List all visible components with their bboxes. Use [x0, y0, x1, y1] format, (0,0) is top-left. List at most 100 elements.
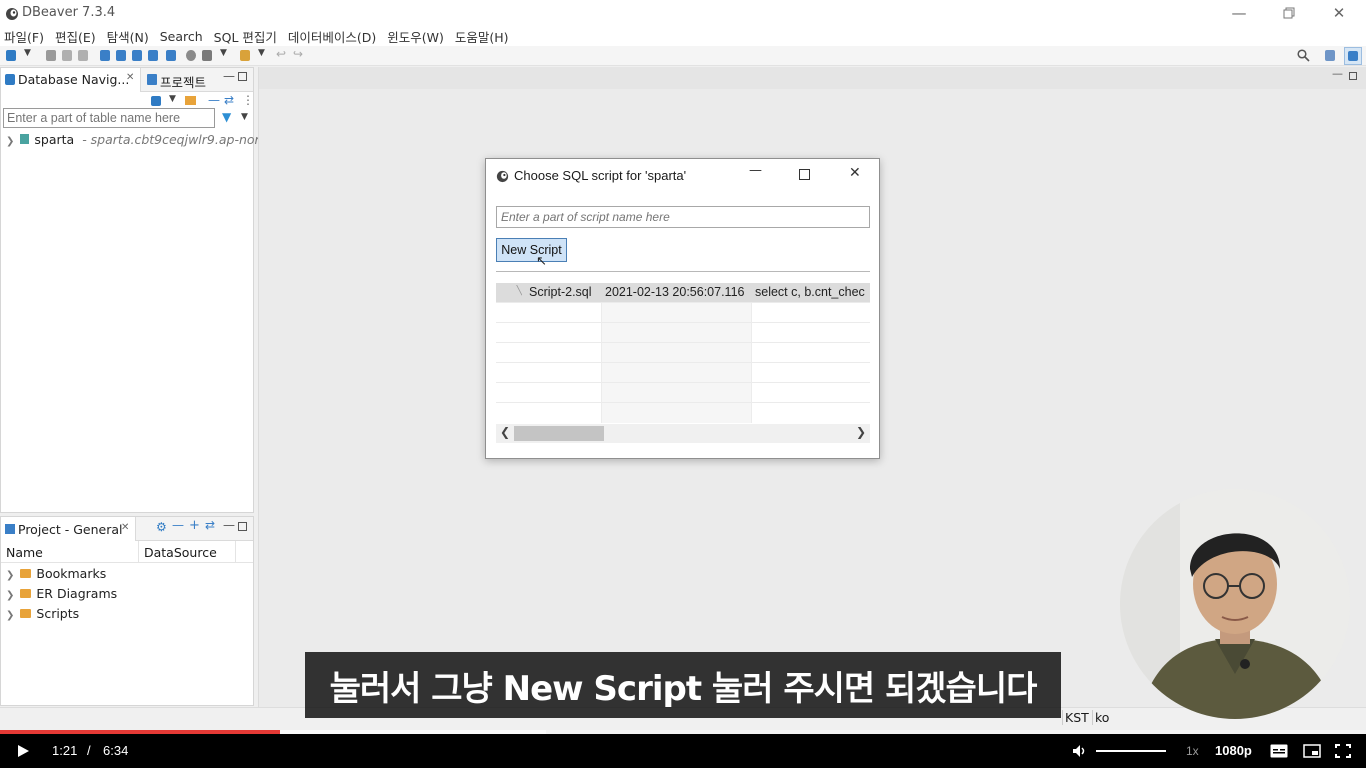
new-script-button[interactable]: New Script [496, 238, 567, 262]
menu-navigate[interactable]: 탐색(N) [107, 27, 149, 46]
menu-sql-editor[interactable]: SQL 편집기 [214, 27, 277, 46]
scroll-left-icon[interactable]: ❮ [500, 425, 510, 439]
chevron-down-icon[interactable]: ▼ [24, 48, 31, 58]
disconnect-icon[interactable] [62, 50, 72, 61]
chevron-down-icon[interactable]: ▼ [258, 48, 265, 58]
column-name-header[interactable]: Name [6, 545, 43, 560]
maximize-view-icon[interactable] [238, 72, 247, 81]
project-item-scripts[interactable]: ❯ Scripts [6, 606, 79, 621]
new-folder-icon[interactable] [185, 96, 196, 105]
maximize-view-icon[interactable] [238, 522, 247, 531]
chevron-right-icon[interactable]: ❯ [6, 570, 14, 581]
tab-database-navigator[interactable]: Database Navig... ✕ [1, 68, 141, 92]
tab-project-general[interactable]: Project - General ✕ [1, 517, 136, 541]
forward-icon[interactable]: ↪ [293, 47, 303, 61]
menu-window[interactable]: 윈도우(W) [387, 27, 444, 46]
tools-icon[interactable] [202, 50, 212, 61]
chevron-down-icon[interactable]: ▼ [241, 112, 248, 122]
project-item-er-diagrams[interactable]: ❯ ER Diagrams [6, 586, 117, 601]
time-separator: / [87, 743, 91, 758]
miniplayer-icon[interactable] [1303, 744, 1321, 758]
invalidate-icon[interactable] [78, 50, 88, 61]
new-connection-icon[interactable] [151, 96, 161, 106]
database-icon [1348, 51, 1358, 61]
settings-icon[interactable]: ⚙ [156, 520, 167, 534]
chevron-right-icon[interactable]: ❯ [6, 136, 14, 147]
minimize-view-icon[interactable]: — [1332, 67, 1343, 80]
volume-icon[interactable] [1072, 744, 1088, 758]
column-divider [235, 541, 236, 563]
connection-host: - sparta.cbt9ceqjwlr9.ap-northe [82, 132, 281, 147]
more-icon[interactable]: ⋮ [242, 93, 254, 107]
wizard-icon[interactable] [240, 50, 250, 61]
close-icon: ✕ [1332, 4, 1346, 22]
table-filter-input[interactable] [3, 108, 215, 128]
current-time: 1:21 [52, 743, 78, 758]
open-sql-icon[interactable] [166, 50, 176, 61]
captions-icon[interactable] [1270, 744, 1288, 758]
sql-editor-icon[interactable] [148, 50, 158, 61]
connect-icon[interactable] [46, 50, 56, 61]
search-icon[interactable] [1297, 49, 1310, 62]
folder-icon [20, 589, 32, 598]
link-editor-icon[interactable]: ⇄ [205, 518, 215, 532]
horizontal-scrollbar[interactable]: ❮ ❯ [496, 424, 870, 443]
quality-setting[interactable]: 1080p [1215, 743, 1252, 758]
collapse-all-icon[interactable]: — [208, 93, 220, 107]
column-datasource-header[interactable]: DataSource [144, 545, 217, 560]
chevron-down-icon[interactable]: ▼ [220, 48, 227, 58]
dialog-maximize-button[interactable] [799, 169, 810, 180]
menu-database[interactable]: 데이터베이스(D) [288, 27, 376, 46]
column-divider [751, 303, 752, 423]
perspective-icon[interactable] [1325, 50, 1335, 61]
menu-edit[interactable]: 편집(E) [55, 27, 96, 46]
close-icon[interactable]: ✕ [126, 72, 134, 83]
dialog-minimize-button[interactable]: — [749, 163, 762, 178]
tab-project[interactable]: 프로젝트 [145, 68, 215, 92]
restore-icon [1283, 7, 1295, 19]
project-table-header: Name DataSource [1, 541, 253, 563]
dialog-title: Choose SQL script for 'sparta' [514, 168, 687, 183]
project-icon [5, 524, 15, 534]
commit-icon[interactable] [100, 50, 110, 61]
play-icon[interactable] [16, 744, 30, 758]
dbeaver-logo-icon [496, 170, 509, 183]
maximize-view-icon[interactable] [1349, 72, 1357, 80]
chevron-right-icon[interactable]: ❯ [6, 610, 14, 621]
close-button[interactable]: ✕ [1315, 0, 1363, 26]
back-icon[interactable]: ↩ [276, 47, 286, 61]
link-editor-icon[interactable]: ⇄ [224, 93, 234, 107]
close-icon[interactable]: ✕ [121, 522, 129, 533]
rollback-icon[interactable] [116, 50, 126, 61]
restore-button[interactable] [1265, 0, 1313, 26]
expand-icon[interactable]: + [189, 518, 200, 533]
new-connection-icon[interactable] [6, 50, 16, 61]
minimize-button[interactable]: — [1215, 0, 1263, 26]
menu-help[interactable]: 도움말(H) [455, 27, 509, 46]
filter-icon[interactable]: ▼ [222, 110, 231, 124]
menu-search[interactable]: Search [160, 29, 203, 44]
chevron-down-icon[interactable]: ▼ [169, 94, 176, 104]
history-icon[interactable] [186, 50, 196, 61]
scrollbar-thumb[interactable] [514, 426, 604, 441]
connection-sparta[interactable]: ❯ sparta - sparta.cbt9ceqjwlr9.ap-northe [6, 132, 280, 147]
table-row [496, 343, 870, 363]
dbeaver-perspective-button[interactable] [1344, 47, 1362, 65]
menu-file[interactable]: 파일(F) [4, 27, 44, 46]
table-row[interactable]: ╲ Script-2.sql 2021-02-13 20:56:07.116 s… [496, 283, 870, 303]
project-icon [147, 74, 157, 85]
menu-bar: 파일(F) 편집(E) 탐색(N) Search SQL 편집기 데이터베이스(… [0, 26, 1366, 46]
table-row [496, 303, 870, 323]
transaction-icon[interactable] [132, 50, 142, 61]
scroll-right-icon[interactable]: ❯ [856, 425, 866, 439]
volume-slider[interactable] [1096, 750, 1166, 752]
minimize-view-icon[interactable]: — [223, 518, 235, 532]
collapse-all-icon[interactable]: — [172, 518, 184, 532]
playback-speed[interactable]: 1x [1186, 744, 1199, 758]
chevron-right-icon[interactable]: ❯ [6, 590, 14, 601]
minimize-view-icon[interactable]: — [223, 69, 235, 83]
script-search-input[interactable] [496, 206, 870, 228]
project-item-bookmarks[interactable]: ❯ Bookmarks [6, 566, 106, 581]
fullscreen-icon[interactable] [1335, 744, 1351, 758]
dialog-close-button[interactable]: ✕ [849, 165, 861, 181]
